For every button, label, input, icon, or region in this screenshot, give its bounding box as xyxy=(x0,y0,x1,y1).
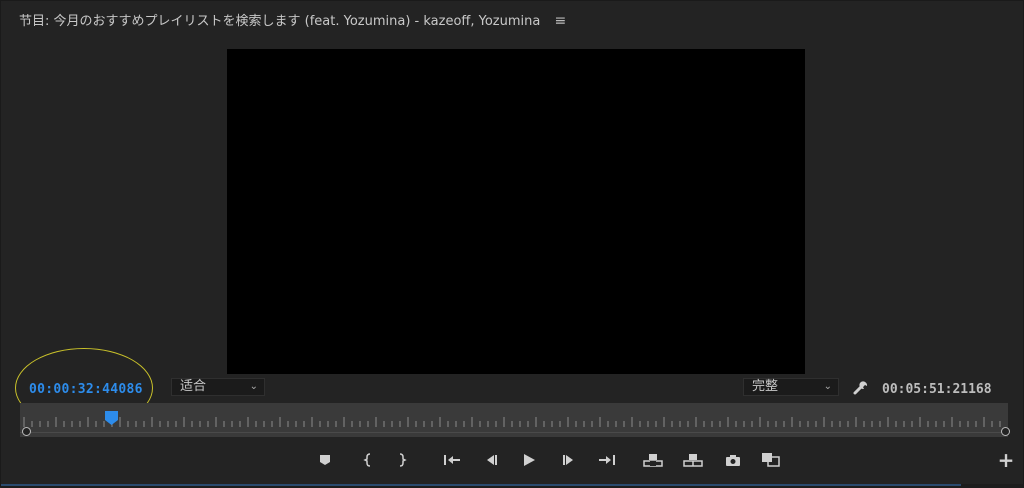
lift-icon xyxy=(643,454,663,467)
comparison-icon xyxy=(762,453,780,467)
comparison-view-button[interactable] xyxy=(761,451,781,469)
mark-in-icon xyxy=(363,453,371,467)
export-frame-button[interactable] xyxy=(723,451,743,469)
extract-button[interactable] xyxy=(683,451,703,469)
quality-dropdown[interactable]: 完整 ⌄ xyxy=(743,378,839,396)
step-forward-icon xyxy=(563,455,573,465)
lift-button[interactable] xyxy=(643,451,663,469)
bottom-strip-accent xyxy=(1,484,961,486)
extract-icon xyxy=(683,454,703,467)
panel-title: 节目: 今月のおすすめプレイリストを検索します (feat. Yozumina)… xyxy=(19,10,566,29)
panel-title-text: 节目: 今月のおすすめプレイリストを検索します (feat. Yozumina)… xyxy=(19,14,541,29)
zoom-scroll-track[interactable] xyxy=(20,432,1008,433)
current-timecode[interactable]: 00:00:32:44086 xyxy=(29,382,143,397)
go-to-out-icon xyxy=(599,455,615,465)
fit-dropdown[interactable]: 适合 ⌄ xyxy=(171,378,265,396)
duration-timecode: 00:05:51:21168 xyxy=(882,382,992,397)
step-back-button[interactable] xyxy=(481,451,501,469)
time-ruler-ticks xyxy=(23,417,1001,427)
play-button[interactable] xyxy=(519,451,539,469)
playhead[interactable] xyxy=(105,410,119,425)
marker-icon xyxy=(320,455,330,465)
mark-out-button[interactable] xyxy=(392,451,412,469)
program-monitor-panel: 节目: 今月のおすすめプレイリストを検索します (feat. Yozumina)… xyxy=(0,0,1024,488)
zoom-handle-right[interactable] xyxy=(1001,427,1010,436)
camera-icon xyxy=(726,454,740,466)
chevron-down-icon: ⌄ xyxy=(249,381,258,392)
fit-dropdown-value: 适合 xyxy=(180,379,207,394)
play-icon xyxy=(524,454,535,466)
quality-dropdown-value: 完整 xyxy=(752,379,779,394)
add-marker-button[interactable] xyxy=(315,451,335,469)
go-to-in-icon xyxy=(444,455,460,465)
settings-wrench-icon[interactable] xyxy=(852,378,870,396)
chevron-down-icon: ⌄ xyxy=(823,381,832,392)
step-forward-button[interactable] xyxy=(559,451,579,469)
step-back-icon xyxy=(487,455,497,465)
mark-out-icon xyxy=(399,453,407,467)
bottom-strip xyxy=(1,484,1024,488)
video-preview xyxy=(227,49,805,374)
panel-menu-icon[interactable]: ≡ xyxy=(554,13,566,29)
mark-in-button[interactable] xyxy=(358,451,378,469)
zoom-handle-left[interactable] xyxy=(22,427,31,436)
go-to-in-button[interactable] xyxy=(442,451,462,469)
go-to-out-button[interactable] xyxy=(597,451,617,469)
add-button-icon[interactable]: + xyxy=(997,450,1015,470)
